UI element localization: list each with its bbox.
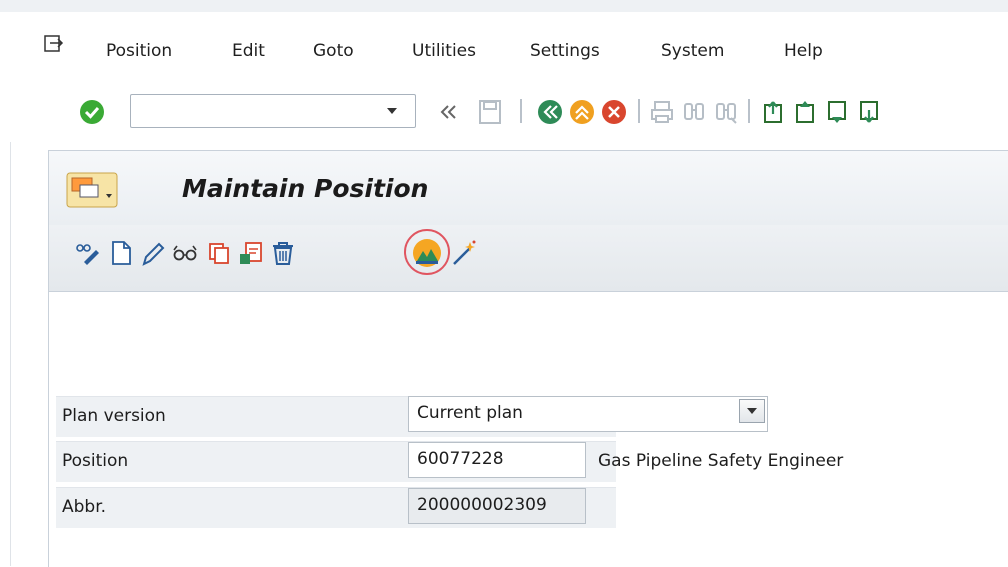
toolbar-separator	[520, 99, 522, 123]
abbr-field[interactable]: 200000002309	[408, 488, 586, 524]
copy-icon[interactable]	[202, 236, 236, 270]
cancel-icon[interactable]	[600, 98, 628, 126]
print-icon[interactable]	[648, 98, 676, 126]
wizard-icon[interactable]	[446, 236, 480, 270]
create-icon[interactable]	[104, 236, 138, 270]
toolbar-separator	[638, 99, 640, 123]
plan-version-select[interactable]: Current plan	[408, 396, 768, 432]
previous-page-icon[interactable]	[792, 98, 820, 126]
menu-help[interactable]: Help	[784, 40, 823, 62]
command-field[interactable]	[130, 94, 416, 128]
menu-settings[interactable]: Settings	[530, 40, 600, 62]
enter-icon[interactable]	[78, 98, 106, 126]
delimit-icon[interactable]	[234, 236, 268, 270]
exit-icon[interactable]	[568, 98, 596, 126]
display-icon[interactable]	[168, 236, 202, 270]
back-icon[interactable]	[536, 98, 564, 126]
plan-version-dropdown-icon[interactable]	[739, 399, 765, 423]
change-icon[interactable]	[136, 236, 170, 270]
find-icon[interactable]	[680, 98, 708, 126]
next-page-icon[interactable]	[824, 98, 852, 126]
find-next-icon[interactable]	[712, 98, 740, 126]
screen-menu-icon[interactable]	[66, 172, 118, 208]
save-icon[interactable]	[476, 98, 504, 126]
command-dropdown-icon[interactable]	[384, 103, 400, 119]
menu-goto[interactable]: Goto	[313, 40, 354, 62]
toolbar-separator	[748, 99, 750, 123]
position-label: Position	[62, 451, 129, 471]
first-page-icon[interactable]	[760, 98, 788, 126]
highlight-circle	[404, 229, 450, 275]
plan-version-label: Plan version	[62, 406, 166, 426]
menu-exit-icon[interactable]	[42, 33, 64, 55]
position-description: Gas Pipeline Safety Engineer	[598, 451, 844, 471]
abbr-label: Abbr.	[62, 497, 107, 517]
last-page-icon[interactable]	[856, 98, 884, 126]
collapse-icon[interactable]	[434, 98, 462, 126]
menu-edit[interactable]: Edit	[232, 40, 265, 62]
menu-utilities[interactable]: Utilities	[412, 40, 476, 62]
page-title: Maintain Position	[182, 174, 429, 203]
enrich-icon[interactable]	[70, 236, 104, 270]
delete-icon[interactable]	[266, 236, 300, 270]
position-field[interactable]: 60077228	[408, 442, 586, 478]
menu-system[interactable]: System	[661, 40, 724, 62]
menu-position[interactable]: Position	[106, 40, 172, 62]
window-top-band	[0, 0, 1008, 12]
